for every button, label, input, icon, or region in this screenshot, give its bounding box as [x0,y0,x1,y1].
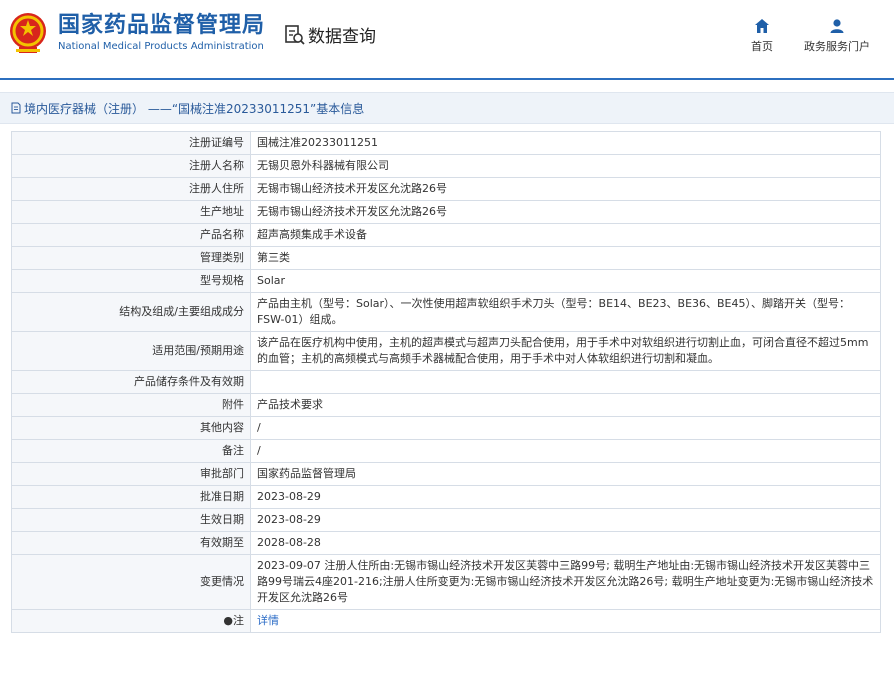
data-query-label: 数据查询 [308,27,376,47]
table-row: 注册人名称 无锡贝恩外科器械有限公司 [11,154,881,178]
table-row: 产品名称 超声高频集成手术设备 [11,223,881,247]
table-row: 有效期至 2028-08-28 [11,531,881,555]
table-row: 生效日期 2023-08-29 [11,508,881,532]
site-header: 国家药品监督管理局 National Medical Products Admi… [0,0,894,80]
field-value: / [250,416,881,440]
field-value: 无锡贝恩外科器械有限公司 [250,154,881,178]
field-label: 批准日期 [11,485,251,509]
field-label: 产品储存条件及有效期 [11,370,251,394]
field-label: 注册人名称 [11,154,251,178]
table-row: 审批部门 国家药品监督管理局 [11,462,881,486]
field-value: 产品由主机（型号：Solar）、一次性使用超声软组织手术刀头（型号：BE14、B… [250,292,881,332]
table-row: 生产地址 无锡市锡山经济技术开发区允沈路26号 [11,200,881,224]
table-row: 其他内容 / [11,416,881,440]
nav-home-label: 首页 [751,40,773,53]
field-value: 产品技术要求 [250,393,881,417]
field-label: 管理类别 [11,246,251,270]
field-value: 国械注准20233011251 [250,131,881,155]
field-label: 生效日期 [11,508,251,532]
nav-home[interactable]: 首页 [742,18,782,54]
table-row: 产品储存条件及有效期 [11,370,881,394]
data-query-link[interactable]: 数据查询 [284,22,376,47]
home-icon [755,19,769,33]
field-label: 注册人住所 [11,177,251,201]
field-value: 2028-08-28 [250,531,881,555]
field-label: ●注 [11,609,251,633]
nav-portal-label: 政务服务门户 [804,40,870,53]
field-value: 2023-09-07 注册人住所由:无锡市锡山经济技术开发区芙蓉中三路99号; … [250,554,881,610]
field-value: / [250,439,881,463]
field-label: 其他内容 [11,416,251,440]
breadcrumb-text: 境内医疗器械（注册） ——“国械注准20233011251”基本信息 [24,101,365,116]
field-value: 无锡市锡山经济技术开发区允沈路26号 [250,200,881,224]
table-row: 管理类别 第三类 [11,246,881,270]
table-row: 结构及组成/主要组成成分 产品由主机（型号：Solar）、一次性使用超声软组织手术… [11,292,881,332]
field-label: 产品名称 [11,223,251,247]
table-row: 注册证编号 国械注准20233011251 [11,131,881,155]
field-value: 详情 [250,609,881,633]
details-link[interactable]: 详情 [257,614,279,627]
field-label: 审批部门 [11,462,251,486]
table-row: 备注 / [11,439,881,463]
field-value: 该产品在医疗机构中使用，主机的超声模式与超声刀头配合使用，用于手术中对软组织进行… [250,331,881,371]
table-row: 批准日期 2023-08-29 [11,485,881,509]
field-label: 生产地址 [11,200,251,224]
field-value: 国家药品监督管理局 [250,462,881,486]
table-row: 适用范围/预期用途 该产品在医疗机构中使用，主机的超声模式与超声刀头配合使用，用于… [11,331,881,371]
document-search-icon [285,24,305,45]
logo-title: 国家药品监督管理局 [58,13,266,38]
user-icon [830,19,844,33]
logo-subtitle: National Medical Products Administration [58,41,264,52]
field-label: 适用范围/预期用途 [11,331,251,371]
field-value: 无锡市锡山经济技术开发区允沈路26号 [250,177,881,201]
site-logo[interactable]: 国家药品监督管理局 National Medical Products Admi… [8,11,265,55]
field-value: 2023-08-29 [250,485,881,509]
field-label: 备注 [11,439,251,463]
field-label: 有效期至 [11,531,251,555]
field-label: 变更情况 [11,554,251,610]
field-value: 2023-08-29 [250,508,881,532]
nav-service-portal[interactable]: 政务服务门户 [800,18,874,54]
field-label: 结构及组成/主要组成成分 [11,292,251,332]
field-value: Solar [250,269,881,293]
field-value: 超声高频集成手术设备 [250,223,881,247]
national-emblem-icon [10,13,46,53]
field-label: 附件 [11,393,251,417]
table-row: 注册人住所 无锡市锡山经济技术开发区允沈路26号 [11,177,881,201]
field-label: 注册证编号 [11,131,251,155]
field-value [250,370,881,394]
breadcrumb: 境内医疗器械（注册） ——“国械注准20233011251”基本信息 [0,92,894,124]
document-icon [11,102,21,114]
table-row: 变更情况 2023-09-07 注册人住所由:无锡市锡山经济技术开发区芙蓉中三路9… [11,554,881,610]
device-info-table: 注册证编号 国械注准20233011251 注册人名称 无锡贝恩外科器械有限公司 注册人… [11,131,881,633]
field-label: 型号规格 [11,269,251,293]
field-value: 第三类 [250,246,881,270]
table-row: 附件 产品技术要求 [11,393,881,417]
table-row: 型号规格 Solar [11,269,881,293]
table-row: ●注 详情 [11,609,881,633]
